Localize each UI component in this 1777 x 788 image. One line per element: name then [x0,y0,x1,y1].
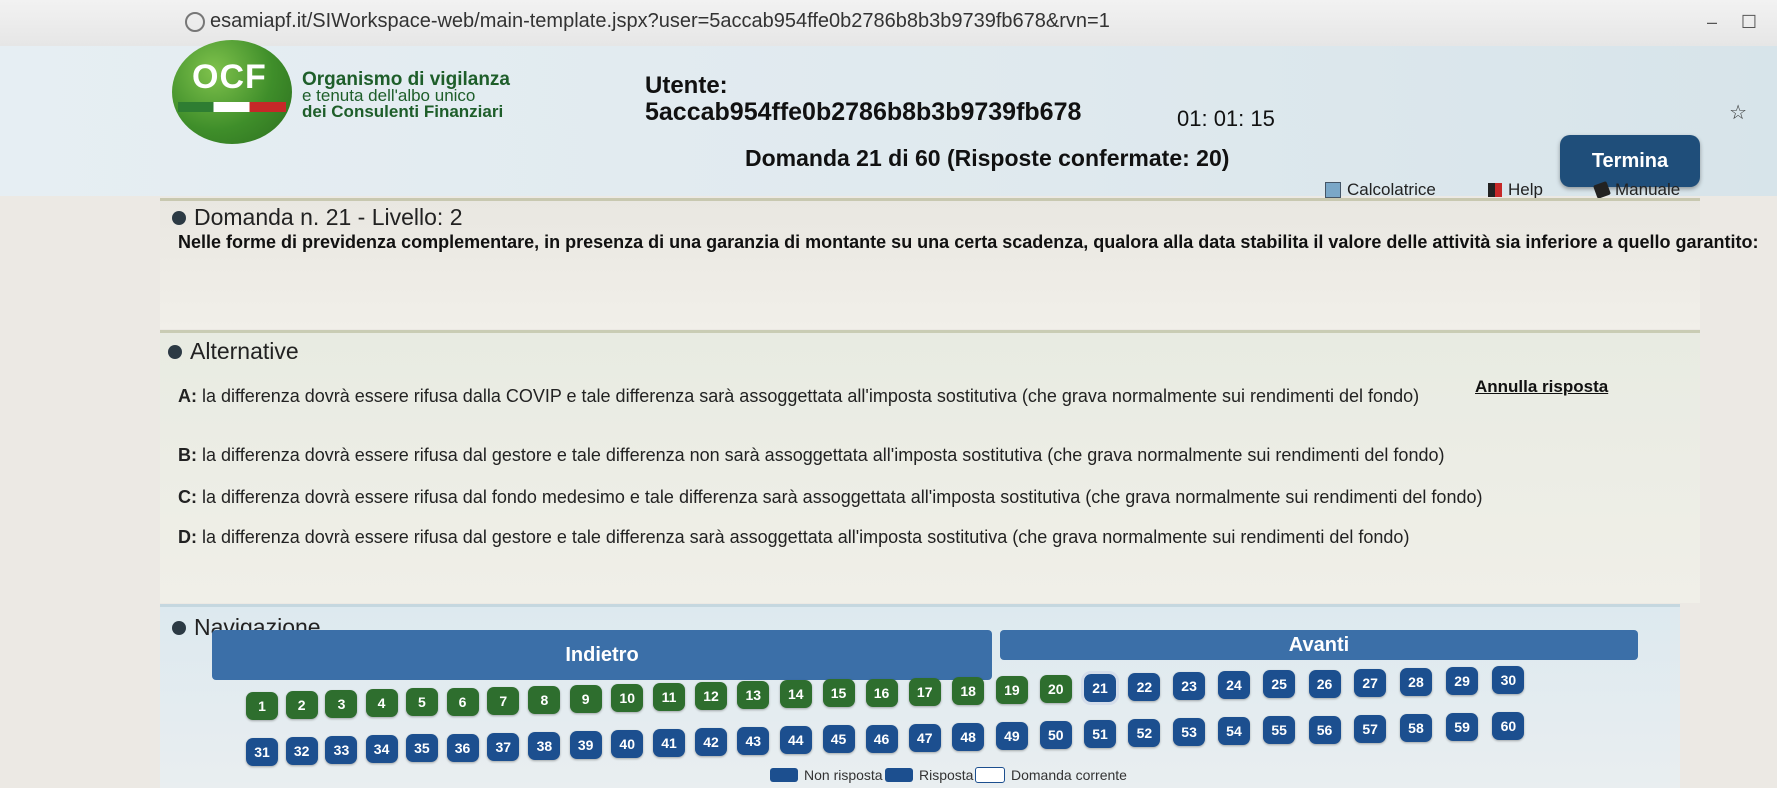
manual-link[interactable]: Manuale [1593,180,1680,200]
question-number-36[interactable]: 36 [446,733,479,762]
question-number-49[interactable]: 49 [995,721,1028,750]
question-heading: Domanda n. 21 - Livello: 2 [172,204,463,231]
question-number-54[interactable]: 54 [1217,717,1250,746]
question-number-52[interactable]: 52 [1128,719,1161,748]
question-number-43[interactable]: 43 [737,727,770,756]
ocf-logo: OCF [172,40,292,144]
help-icon [1488,183,1502,197]
question-number-3[interactable]: 3 [325,690,358,719]
question-number-59[interactable]: 59 [1446,712,1479,741]
question-number-57[interactable]: 57 [1354,714,1387,743]
question-number-7[interactable]: 7 [487,686,520,715]
question-number-10[interactable]: 10 [611,683,644,712]
flag-stripe [178,102,286,112]
annulla-risposta-link[interactable]: Annulla risposta [1475,377,1608,397]
calculator-icon [1325,182,1341,198]
legend-not-answered: Non risposta [770,767,883,783]
question-number-58[interactable]: 58 [1399,713,1432,742]
question-number-28[interactable]: 28 [1399,667,1432,696]
question-number-26[interactable]: 26 [1308,669,1341,698]
question-number-60[interactable]: 60 [1492,711,1525,740]
question-number-47[interactable]: 47 [908,723,941,752]
question-number-9[interactable]: 9 [569,684,602,713]
question-number-18[interactable]: 18 [952,676,985,705]
question-number-56[interactable]: 56 [1308,715,1341,744]
question-text: Nelle forme di previdenza complementare,… [178,232,1759,252]
calculator-link[interactable]: Calcolatrice [1325,180,1436,200]
question-number-31[interactable]: 31 [246,738,278,766]
user-label: Utente: [645,72,728,99]
organization-name: Organismo di vigilanza e tenuta dell'alb… [302,69,510,121]
question-number-55[interactable]: 55 [1263,716,1296,745]
question-number-23[interactable]: 23 [1173,672,1206,701]
answer-option-d[interactable]: D: la differenza dovrà essere rifusa dal… [178,527,1409,548]
question-number-21[interactable]: 21 [1081,671,1119,705]
question-number-32[interactable]: 32 [285,737,318,766]
question-number-24[interactable]: 24 [1217,671,1250,700]
alternatives-panel [160,330,1700,603]
question-number-41[interactable]: 41 [653,729,685,757]
browser-toolbar: esamiapf.it/SIWorkspace-web/main-templat… [0,0,1777,47]
legend-current: Domanda corrente [975,767,1127,783]
question-number-53[interactable]: 53 [1173,718,1206,747]
minimize-icon[interactable]: – [1707,12,1717,33]
question-number-48[interactable]: 48 [952,722,985,751]
question-number-8[interactable]: 8 [528,685,561,714]
question-number-13[interactable]: 13 [737,681,770,710]
question-number-37[interactable]: 37 [487,732,520,761]
answer-option-b[interactable]: B: la differenza dovrà essere rifusa dal… [178,445,1444,466]
question-number-12[interactable]: 12 [695,682,728,711]
section-bullet-icon [168,344,182,359]
question-number-22[interactable]: 22 [1128,673,1161,702]
legend-swatch [770,768,798,782]
question-number-15[interactable]: 15 [822,679,855,708]
question-number-46[interactable]: 46 [865,724,898,753]
question-number-1[interactable]: 1 [246,692,278,720]
question-number-14[interactable]: 14 [779,680,812,709]
question-number-29[interactable]: 29 [1446,666,1479,695]
exam-timer: 01: 01: 15 [1177,106,1275,131]
question-number-44[interactable]: 44 [779,726,812,755]
section-bullet-icon [172,620,186,635]
question-number-35[interactable]: 35 [405,734,438,763]
alternatives-heading: Alternative [168,338,299,365]
indietro-button[interactable]: Indietro [212,630,992,680]
question-number-11[interactable]: 11 [653,683,685,711]
section-bullet-icon [172,210,186,225]
legend-answered: Risposta [885,767,973,783]
question-number-6[interactable]: 6 [446,687,479,716]
legend-swatch [885,768,913,782]
user-id: 5accab954ffe0b2786b8b3b9739fb678 [645,98,1082,126]
bookmark-star-icon[interactable]: ☆ [1729,100,1747,125]
legend-swatch [975,767,1005,783]
question-number-51[interactable]: 51 [1084,720,1116,748]
help-link[interactable]: Help [1488,180,1543,200]
question-number-33[interactable]: 33 [325,736,358,765]
answer-option-a[interactable]: A: la differenza dovrà essere rifusa dal… [178,386,1419,407]
question-counter: Domanda 21 di 60 (Risposte confermate: 2… [745,145,1230,171]
question-number-16[interactable]: 16 [865,678,898,707]
question-number-2[interactable]: 2 [285,691,318,720]
question-number-17[interactable]: 17 [908,677,941,706]
question-number-25[interactable]: 25 [1263,670,1296,699]
question-number-27[interactable]: 27 [1354,668,1387,697]
question-number-50[interactable]: 50 [1039,720,1072,749]
question-number-5[interactable]: 5 [405,688,438,717]
avanti-button[interactable]: Avanti [1000,630,1638,660]
page-info-icon[interactable] [185,12,205,32]
question-number-19[interactable]: 19 [995,675,1028,704]
question-number-40[interactable]: 40 [611,729,644,758]
book-icon [1593,181,1611,199]
question-number-34[interactable]: 34 [365,735,398,764]
answer-option-c[interactable]: C: la differenza dovrà essere rifusa dal… [178,487,1482,508]
question-number-30[interactable]: 30 [1492,665,1525,694]
question-number-39[interactable]: 39 [569,730,602,759]
question-number-45[interactable]: 45 [822,725,855,754]
question-number-42[interactable]: 42 [695,728,728,757]
address-bar[interactable]: esamiapf.it/SIWorkspace-web/main-templat… [210,10,1110,33]
question-number-38[interactable]: 38 [528,731,561,760]
question-number-20[interactable]: 20 [1039,674,1072,703]
question-number-4[interactable]: 4 [365,689,398,718]
maximize-icon[interactable]: ☐ [1741,12,1757,33]
